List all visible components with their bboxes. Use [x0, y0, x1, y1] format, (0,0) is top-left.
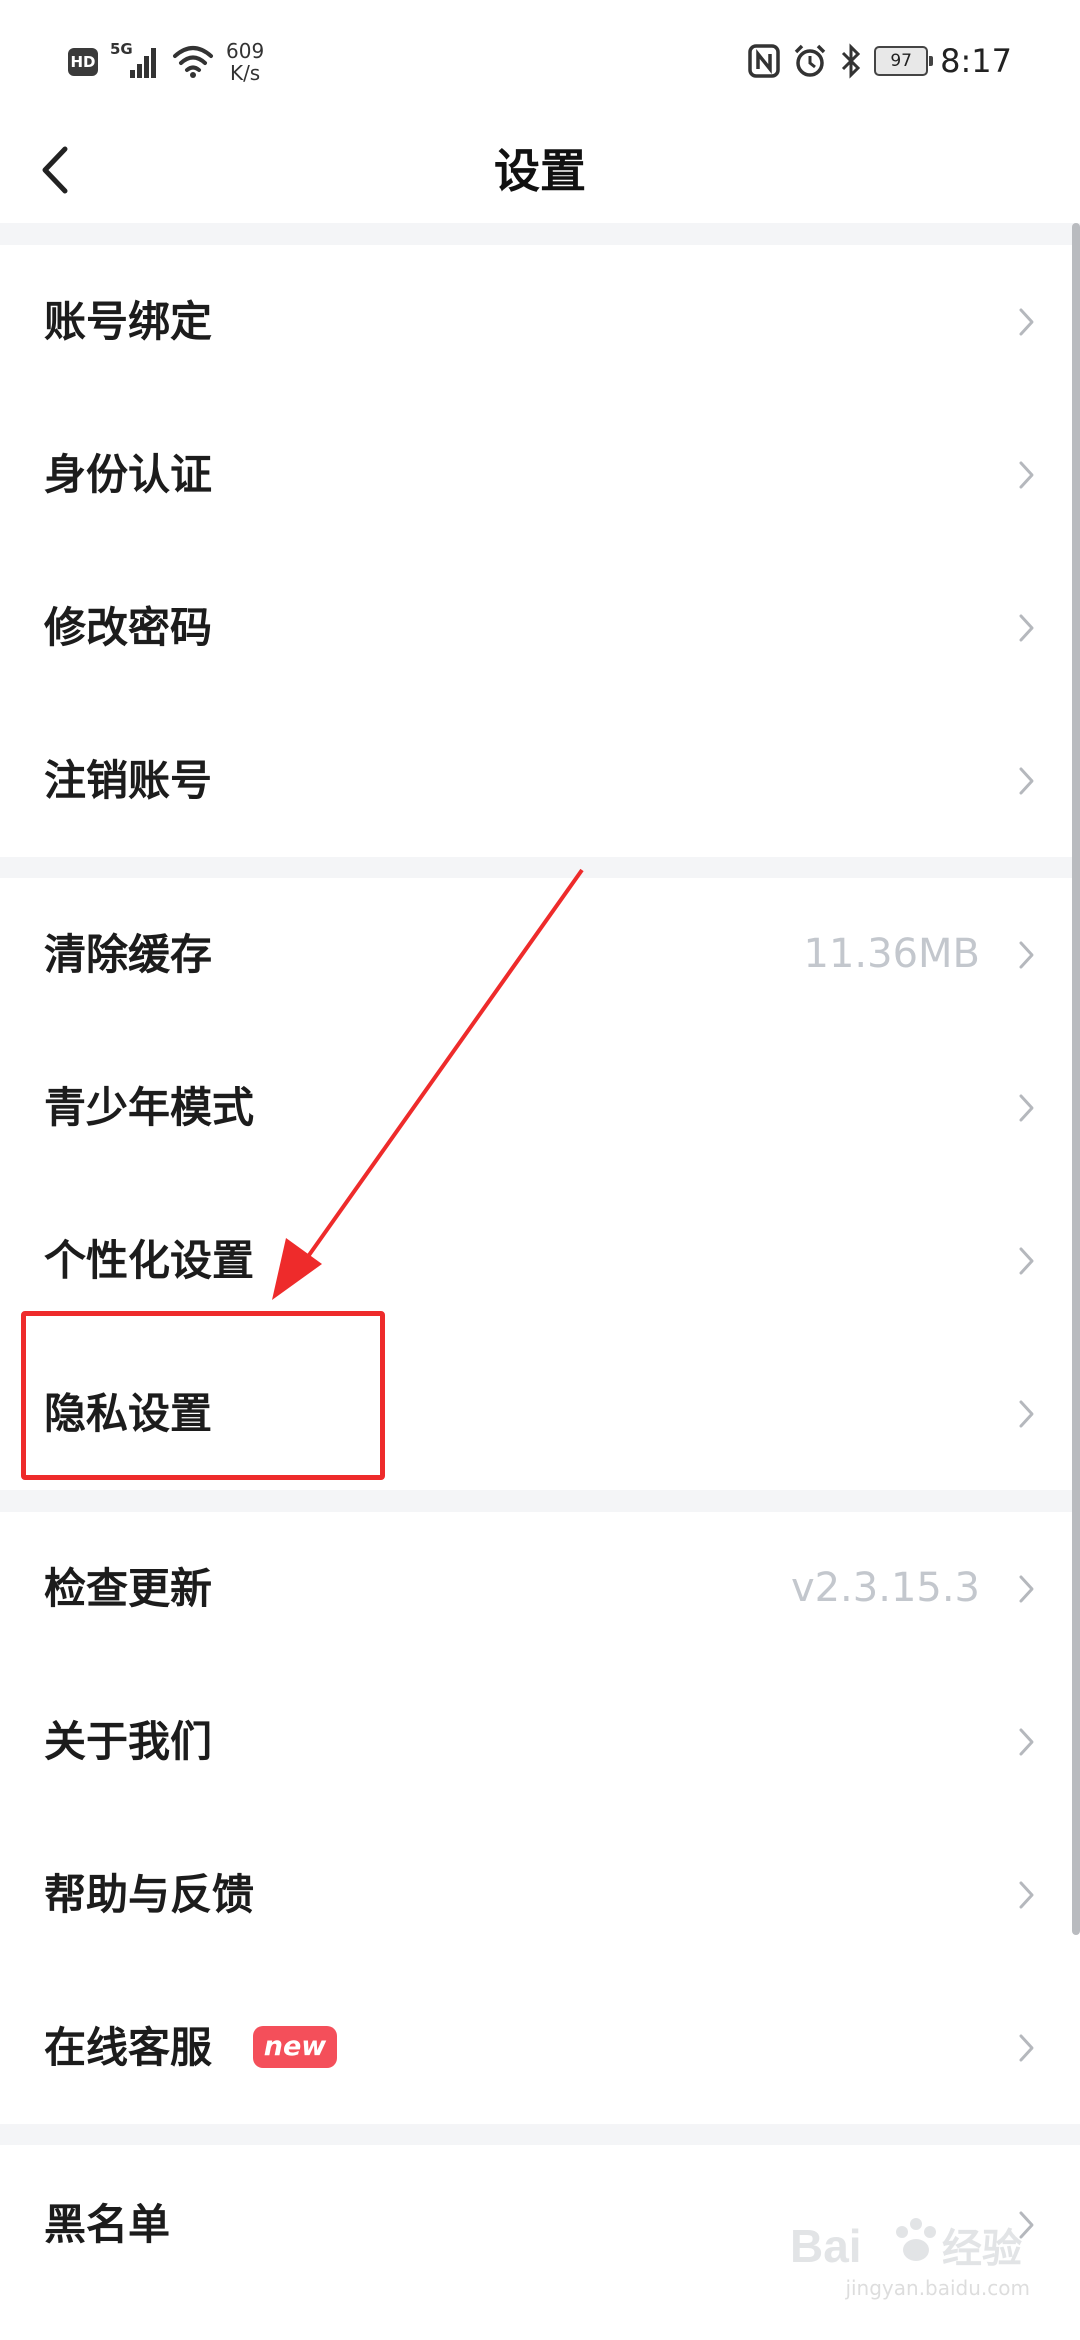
chevron-right-icon: [1019, 1728, 1034, 1756]
settings-row-account-binding[interactable]: 账号绑定: [0, 245, 1080, 398]
status-bar: HD 5G 609 K/s 97 8:17: [0, 0, 1080, 120]
chevron-right-icon: [1019, 941, 1034, 969]
settings-row-identity-verification[interactable]: 身份认证: [0, 398, 1080, 551]
bluetooth-icon: [842, 43, 861, 79]
chevron-right-icon: [1019, 767, 1034, 795]
network-speed-unit: K/s: [229, 61, 261, 85]
row-label: 注销账号: [44, 756, 213, 805]
page-title: 设置: [494, 144, 586, 198]
nfc-icon: [748, 44, 780, 78]
settings-group-general: 清除缓存 11.36MB 青少年模式 个性化设置 隐私设置: [0, 878, 1080, 1490]
chevron-right-icon: [1019, 1881, 1034, 1909]
settings-row-clear-cache[interactable]: 清除缓存 11.36MB: [0, 878, 1080, 1031]
chevron-right-icon: [1019, 1575, 1034, 1603]
top-bar: HD 5G 609 K/s 97 8:17 设置: [0, 0, 1080, 223]
svg-text:Bai: Bai: [790, 2220, 862, 2272]
settings-group-about: 检查更新 v2.3.15.3 关于我们 帮助与反馈 在线客服 new: [0, 1512, 1080, 2124]
row-label: 关于我们: [44, 1717, 213, 1766]
network-speed: 609 K/s: [226, 40, 264, 84]
chevron-right-icon: [1019, 1094, 1034, 1122]
settings-row-about-us[interactable]: 关于我们: [0, 1665, 1080, 1818]
cache-size-value: 11.36MB: [803, 931, 980, 977]
battery-level: 97: [890, 51, 912, 71]
watermark-url: jingyan.baidu.com: [845, 2276, 1030, 2300]
settings-row-change-password[interactable]: 修改密码: [0, 551, 1080, 704]
baidu-watermark: Bai 经验 jingyan.baidu.com: [790, 2210, 1030, 2300]
row-label: 隐私设置: [44, 1389, 213, 1438]
chevron-right-icon: [1019, 308, 1034, 336]
chevron-right-icon: [1019, 2034, 1034, 2062]
row-label: 青少年模式: [44, 1083, 255, 1132]
chevron-right-icon: [1019, 461, 1034, 489]
new-badge: new: [253, 2026, 337, 2068]
version-value: v2.3.15.3: [790, 1565, 980, 1611]
status-time: 8:17: [940, 42, 1012, 80]
navigation-bar: 设置: [0, 120, 1080, 223]
settings-row-help-feedback[interactable]: 帮助与反馈: [0, 1818, 1080, 1971]
settings-page: HD 5G 609 K/s 97 8:17 设置 账号绑定 身份认证 修改密码 …: [0, 0, 1080, 2340]
network-speed-value: 609: [226, 39, 265, 63]
settings-row-check-update[interactable]: 检查更新 v2.3.15.3: [0, 1512, 1080, 1665]
row-label: 黑名单: [44, 2200, 171, 2249]
status-right: 97 8:17: [748, 36, 1012, 86]
baidu-paw-logo-icon: Bai 经验: [790, 2218, 1022, 2272]
wifi-icon: [173, 46, 213, 78]
hd-badge: HD: [68, 48, 98, 76]
alarm-icon: [794, 44, 826, 77]
row-label: 帮助与反馈: [44, 1870, 255, 1919]
settings-row-personalization[interactable]: 个性化设置: [0, 1184, 1080, 1337]
settings-group-account: 账号绑定 身份认证 修改密码 注销账号: [0, 245, 1080, 857]
settings-row-online-support[interactable]: 在线客服 new: [0, 1971, 1080, 2124]
row-label: 账号绑定: [44, 297, 213, 346]
row-label: 修改密码: [44, 603, 213, 652]
row-label: 个性化设置: [44, 1236, 255, 1285]
row-label: 在线客服: [44, 2023, 213, 2072]
settings-row-privacy[interactable]: 隐私设置: [0, 1337, 1080, 1490]
cellular-signal-icon: 5G: [110, 40, 160, 82]
svg-text:经验: 经验: [942, 2227, 1022, 2271]
status-left: HD 5G 609 K/s: [68, 34, 264, 90]
chevron-right-icon: [1019, 614, 1034, 642]
row-label: 检查更新: [44, 1564, 213, 1613]
chevron-right-icon: [1019, 1247, 1034, 1275]
settings-row-teen-mode[interactable]: 青少年模式: [0, 1031, 1080, 1184]
battery-icon: 97: [874, 46, 934, 76]
row-label: 身份认证: [44, 450, 213, 499]
row-label: 清除缓存: [44, 930, 213, 979]
settings-row-delete-account[interactable]: 注销账号: [0, 704, 1080, 857]
scrollbar[interactable]: [1072, 223, 1080, 1935]
chevron-right-icon: [1019, 1400, 1034, 1428]
